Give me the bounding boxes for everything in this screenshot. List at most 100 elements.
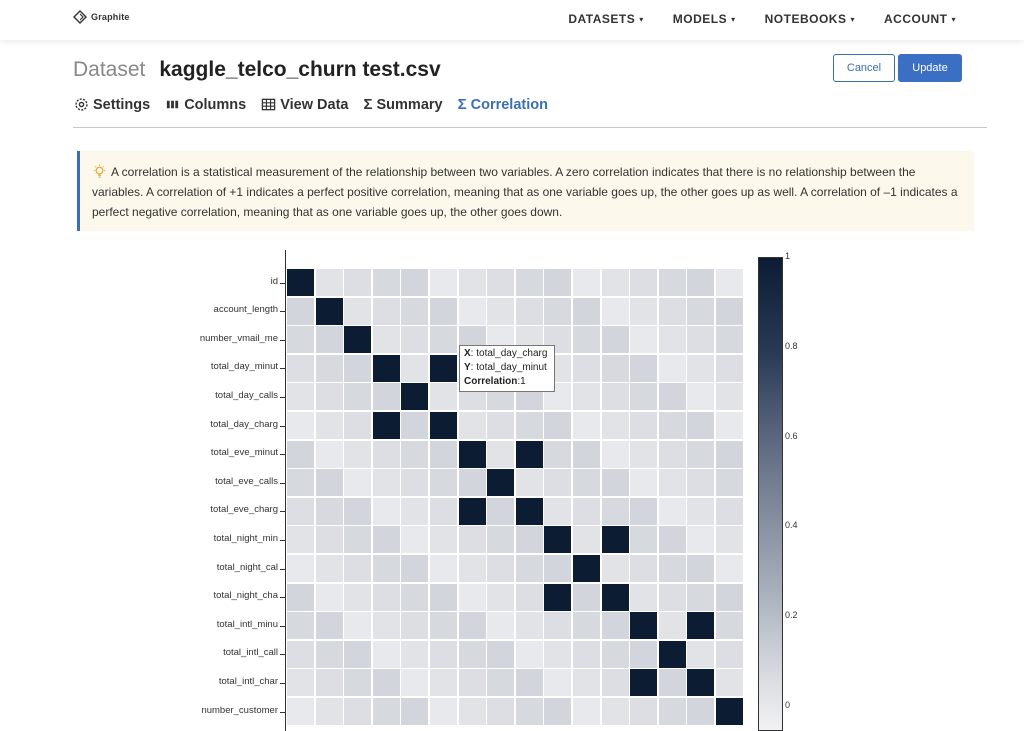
heatmap-cell[interactable] bbox=[544, 469, 572, 497]
heatmap-cell[interactable] bbox=[401, 669, 429, 697]
heatmap-cell[interactable] bbox=[658, 583, 686, 611]
heatmap-cell[interactable] bbox=[372, 555, 400, 582]
tab-correlation[interactable]: Σ Correlation bbox=[458, 96, 548, 113]
heatmap-cell[interactable] bbox=[430, 640, 457, 668]
heatmap-cell[interactable] bbox=[601, 383, 629, 411]
heatmap-cell[interactable] bbox=[687, 326, 715, 354]
heatmap-cell[interactable] bbox=[315, 297, 343, 325]
heatmap-cell[interactable] bbox=[487, 469, 515, 497]
heatmap-cell[interactable] bbox=[544, 640, 572, 668]
heatmap-cell[interactable] bbox=[515, 640, 543, 668]
heatmap-cell[interactable] bbox=[573, 469, 600, 497]
heatmap-cell[interactable] bbox=[458, 583, 486, 611]
heatmap-cell[interactable] bbox=[658, 354, 686, 382]
heatmap-cell[interactable] bbox=[630, 612, 658, 640]
heatmap-cell[interactable] bbox=[458, 526, 486, 554]
heatmap-cell[interactable] bbox=[601, 412, 629, 439]
heatmap-cell[interactable] bbox=[344, 497, 372, 525]
heatmap-cell[interactable] bbox=[344, 383, 372, 411]
heatmap-cell[interactable] bbox=[687, 354, 715, 382]
heatmap-cell[interactable] bbox=[344, 640, 372, 668]
heatmap-cell[interactable] bbox=[430, 583, 457, 611]
heatmap-cell[interactable] bbox=[430, 326, 457, 354]
heatmap-cell[interactable] bbox=[487, 412, 515, 439]
heatmap-cell[interactable] bbox=[344, 440, 372, 468]
heatmap-cell[interactable] bbox=[344, 412, 372, 439]
heatmap-cell[interactable] bbox=[573, 269, 600, 296]
heatmap-cell[interactable] bbox=[601, 269, 629, 296]
heatmap-cell[interactable] bbox=[315, 469, 343, 497]
heatmap-cell[interactable] bbox=[687, 583, 715, 611]
heatmap-cell[interactable] bbox=[544, 555, 572, 582]
heatmap-cell[interactable] bbox=[630, 469, 658, 497]
heatmap-cell[interactable] bbox=[658, 555, 686, 582]
heatmap-cell[interactable] bbox=[315, 269, 343, 296]
heatmap-cell[interactable] bbox=[458, 698, 486, 725]
heatmap-cell[interactable] bbox=[401, 640, 429, 668]
heatmap-cell[interactable] bbox=[287, 526, 314, 554]
heatmap-cell[interactable] bbox=[401, 526, 429, 554]
heatmap-cell[interactable] bbox=[630, 440, 658, 468]
heatmap-cell[interactable] bbox=[372, 497, 400, 525]
heatmap-cell[interactable] bbox=[687, 612, 715, 640]
tab-summary[interactable]: Σ Summary bbox=[363, 96, 442, 113]
nav-datasets[interactable]: DATASETS ▾ bbox=[568, 12, 643, 26]
heatmap-cell[interactable] bbox=[401, 440, 429, 468]
heatmap-cell[interactable] bbox=[515, 412, 543, 439]
heatmap-cell[interactable] bbox=[658, 469, 686, 497]
heatmap-cell[interactable] bbox=[716, 640, 743, 668]
heatmap-cell[interactable] bbox=[344, 297, 372, 325]
heatmap-cell[interactable] bbox=[658, 698, 686, 725]
heatmap-cell[interactable] bbox=[716, 297, 743, 325]
heatmap-cell[interactable] bbox=[601, 297, 629, 325]
heatmap-cell[interactable] bbox=[630, 354, 658, 382]
heatmap-cell[interactable] bbox=[487, 269, 515, 296]
heatmap-cell[interactable] bbox=[344, 326, 372, 354]
tab-settings[interactable]: Settings bbox=[74, 97, 150, 113]
heatmap-cell[interactable] bbox=[716, 383, 743, 411]
heatmap-cell[interactable] bbox=[344, 669, 372, 697]
heatmap-cell[interactable] bbox=[430, 412, 457, 439]
heatmap-cell[interactable] bbox=[687, 497, 715, 525]
heatmap-cell[interactable] bbox=[458, 297, 486, 325]
heatmap-cell[interactable] bbox=[630, 555, 658, 582]
heatmap-cell[interactable] bbox=[430, 555, 457, 582]
heatmap-cell[interactable] bbox=[287, 269, 314, 296]
heatmap-cell[interactable] bbox=[430, 497, 457, 525]
heatmap-cell[interactable] bbox=[630, 326, 658, 354]
heatmap-cell[interactable] bbox=[344, 583, 372, 611]
heatmap-cell[interactable] bbox=[630, 640, 658, 668]
heatmap-cell[interactable] bbox=[430, 612, 457, 640]
heatmap-cell[interactable] bbox=[630, 669, 658, 697]
heatmap-cell[interactable] bbox=[401, 497, 429, 525]
heatmap-cell[interactable] bbox=[401, 412, 429, 439]
heatmap-cell[interactable] bbox=[287, 497, 314, 525]
heatmap-cell[interactable] bbox=[315, 669, 343, 697]
heatmap-cell[interactable] bbox=[515, 555, 543, 582]
heatmap-cell[interactable] bbox=[315, 412, 343, 439]
heatmap-cell[interactable] bbox=[515, 297, 543, 325]
heatmap-cell[interactable] bbox=[430, 526, 457, 554]
heatmap-cell[interactable] bbox=[716, 583, 743, 611]
heatmap-cell[interactable] bbox=[687, 640, 715, 668]
heatmap-cell[interactable] bbox=[658, 412, 686, 439]
heatmap-cell[interactable] bbox=[287, 326, 314, 354]
heatmap-cell[interactable] bbox=[544, 269, 572, 296]
heatmap-cell[interactable] bbox=[716, 698, 743, 725]
heatmap-cell[interactable] bbox=[344, 698, 372, 725]
heatmap-cell[interactable] bbox=[601, 612, 629, 640]
heatmap-cell[interactable] bbox=[687, 383, 715, 411]
heatmap-cell[interactable] bbox=[573, 326, 600, 354]
heatmap-cell[interactable] bbox=[544, 497, 572, 525]
heatmap-cell[interactable] bbox=[458, 640, 486, 668]
heatmap-cell[interactable] bbox=[687, 269, 715, 296]
tab-columns[interactable]: Columns bbox=[165, 97, 246, 113]
heatmap-cell[interactable] bbox=[573, 354, 600, 382]
heatmap-cell[interactable] bbox=[487, 526, 515, 554]
heatmap-cell[interactable] bbox=[716, 612, 743, 640]
heatmap-cell[interactable] bbox=[630, 412, 658, 439]
heatmap-cell[interactable] bbox=[401, 269, 429, 296]
heatmap-cell[interactable] bbox=[344, 526, 372, 554]
heatmap-cell[interactable] bbox=[658, 440, 686, 468]
heatmap-cell[interactable] bbox=[287, 440, 314, 468]
